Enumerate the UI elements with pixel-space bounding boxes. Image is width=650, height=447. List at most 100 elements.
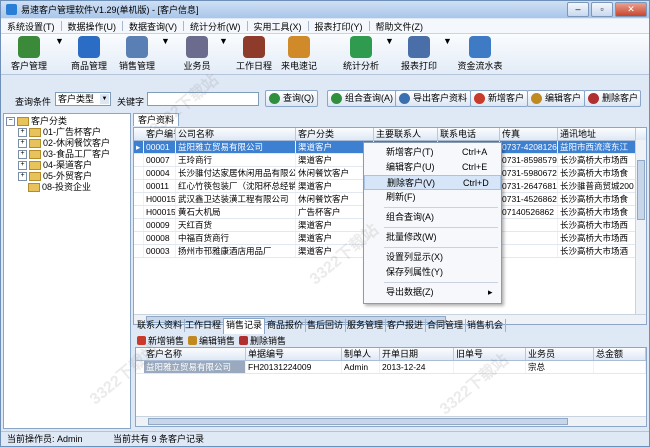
tree-item-08[interactable]: 08-投资企业 [28,182,91,193]
ctx-edit-customer[interactable]: 编辑客户(U) Ctrl+E [364,160,501,175]
tab-sales-records[interactable]: 销售记录 [223,318,266,334]
menu-data-query[interactable]: 数据查询(V) [123,20,183,33]
table-cell [594,361,646,373]
chevron-down-icon[interactable]: ▼ [161,36,170,72]
tab-quotes[interactable]: 商品报价 [265,319,307,332]
table-cell: 益阳雅立贸易有限公司 [176,141,296,153]
chevron-down-icon[interactable]: ▼ [55,36,64,72]
toolbar-call-notes-button[interactable]: 来电速记 [279,36,319,72]
toolbar-sales-button[interactable]: 销售管理 [115,36,159,72]
column-header[interactable]: 联系电话 [438,128,500,140]
close-button[interactable]: ✕ [615,2,647,17]
chevron-down-icon[interactable]: ▼ [385,36,394,72]
tree-item-04[interactable]: +04-渠道客户 [18,160,92,171]
column-header[interactable]: 客户分类 [296,128,374,140]
toolbar-statistics-button[interactable]: 统计分析 [341,36,381,72]
menu-system-settings[interactable]: 系统设置(T) [1,20,61,33]
ctx-export-data[interactable]: 导出数据(Z) ▸ [364,285,501,300]
minimize-button[interactable]: – [567,2,589,17]
tree-item-01[interactable]: +01-广告杯客户 [18,127,101,138]
tree-root[interactable]: − 客户分类 [6,116,67,127]
tab-after-sales[interactable]: 售后回访 [305,319,347,332]
ctx-delete-customer[interactable]: 删除客户(V) Ctrl+D [364,175,501,190]
toolbar-product-button[interactable]: 商品管理 [67,36,111,72]
maximize-button[interactable]: ▫ [591,2,613,17]
tab-service[interactable]: 服务管理 [345,319,387,332]
query-button[interactable]: 查询(Q) [265,90,318,107]
table-row[interactable]: 益阳雅立贸易有限公司 FH20131224009 Admin 2013-12-2… [136,361,646,374]
edit-customer-button[interactable]: 编辑客户 [527,90,586,107]
tab-follow-up[interactable]: 客户报进 [385,319,427,332]
search-icon [331,93,342,104]
toolbar-label: 统计分析 [342,61,379,71]
delete-customer-button[interactable]: 删除客户 [584,90,642,107]
chevron-down-icon[interactable]: ▼ [443,36,452,72]
add-icon [474,93,485,104]
chevron-down-icon[interactable]: ▼ [219,36,228,72]
column-header[interactable]: 制单人 [342,348,380,360]
column-header[interactable]: 单据编号 [246,348,342,360]
combo-query-button[interactable]: 组合查询(A) [327,90,397,107]
condition-select[interactable]: 客户类型 ▼ [55,92,111,106]
folder-icon [28,183,40,193]
table-cell: 宗总 [526,361,594,373]
row-indicator[interactable] [134,219,144,231]
row-indicator[interactable] [134,180,144,192]
tab-contacts[interactable]: 联系人资料 [135,319,186,332]
tree-item-03[interactable]: +03-食品工厂客户 [18,149,110,160]
expand-icon[interactable]: + [18,128,27,138]
toolbar-schedule-button[interactable]: 工作日程 [233,36,275,72]
tree-item-02[interactable]: +02-休闲餐饮客户 [18,138,110,149]
menu-statistics[interactable]: 统计分析(W) [184,20,247,33]
row-indicator[interactable] [134,232,144,244]
scroll-thumb[interactable] [637,160,645,220]
expand-icon[interactable]: + [18,139,27,149]
column-header[interactable]: 开单日期 [380,348,454,360]
expand-icon[interactable]: + [18,150,27,160]
ctx-set-columns[interactable]: 设置列显示(X) [364,250,501,265]
expand-icon[interactable]: + [18,161,27,171]
row-indicator[interactable] [134,154,144,166]
menu-data-operation[interactable]: 数据操作(U) [62,20,123,33]
menu-help[interactable]: 帮助文件(Z) [370,20,430,33]
row-indicator[interactable] [134,193,144,205]
menu-tools[interactable]: 实用工具(X) [248,20,308,33]
collapse-icon[interactable]: − [6,117,15,127]
ctx-separator [384,207,498,208]
ctx-combo-query[interactable]: 组合查询(A) [364,210,501,225]
toolbar-label: 客户管理 [10,61,47,71]
toolbar-report-print-button[interactable]: 报表打印 [399,36,439,72]
row-indicator[interactable]: ▸ [134,141,144,153]
vertical-scrollbar[interactable] [635,140,646,315]
tab-opportunities[interactable]: 销售机会 [465,319,507,332]
scroll-thumb[interactable] [148,418,568,425]
column-header[interactable]: 总金额 [594,348,646,360]
menu-report-print[interactable]: 报表打印(Y) [309,20,369,33]
column-header[interactable]: 公司名称 [176,128,296,140]
horizontal-scrollbar[interactable] [136,416,646,426]
add-customer-button[interactable]: 新增客户 [470,90,529,107]
column-header[interactable]: 业务员 [526,348,594,360]
tree-item-05[interactable]: +05-外贸客户 [18,171,92,182]
ctx-refresh[interactable]: 刷新(F) [364,190,501,205]
toolbar-customer-button[interactable]: 客户管理 [7,36,51,72]
edit-sale-button[interactable]: 编辑销售 [188,334,235,347]
delete-sale-button[interactable]: 删除销售 [239,334,286,347]
edit-icon [531,93,542,104]
toolbar-label: 销售管理 [118,61,155,71]
row-indicator[interactable] [134,245,144,257]
column-header[interactable]: 传真 [500,128,558,140]
tab-schedule[interactable]: 工作日程 [183,319,225,332]
row-indicator[interactable] [134,167,144,179]
ctx-add-customer[interactable]: 新增客户(T) Ctrl+A [364,145,501,160]
toolbar-salesman-button[interactable]: 业务员 [177,36,217,72]
export-customer-button[interactable]: 导出客户资料 [395,90,472,107]
column-header[interactable]: 主要联系人 [374,128,438,140]
expand-icon[interactable]: + [18,172,27,182]
ctx-save-columns[interactable]: 保存列属性(Y) [364,265,501,280]
column-header[interactable]: 通讯地址 [558,128,636,140]
ctx-batch-edit[interactable]: 批量修改(W) [364,230,501,245]
row-indicator[interactable] [134,206,144,218]
tab-contracts[interactable]: 合同管理 [425,319,467,332]
toolbar-cash-flow-button[interactable]: 资金流水表 [457,36,503,72]
